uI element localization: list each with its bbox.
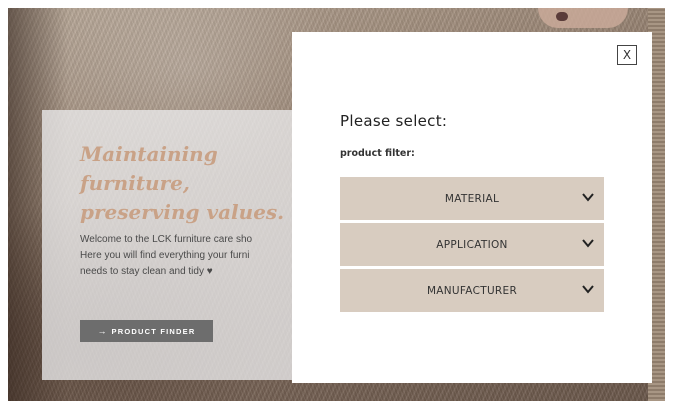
product-finder-button[interactable]: → PRODUCT FINDER: [80, 320, 213, 342]
product-filter-modal: X Please select: product filter: MATERIA…: [292, 32, 652, 383]
chevron-down-icon: [582, 238, 594, 248]
filter-application[interactable]: APPLICATION: [340, 223, 604, 266]
chevron-down-icon: [582, 192, 594, 202]
filter-label: MANUFACTURER: [426, 284, 518, 297]
filter-label: MATERIAL: [444, 192, 500, 205]
filter-manufacturer[interactable]: MANUFACTURER: [340, 269, 604, 312]
hero-text: Welcome to the LCK furniture care sho He…: [80, 234, 253, 277]
filter-label: APPLICATION: [436, 238, 508, 251]
modal-heading: Please select:: [340, 112, 448, 130]
hand-image: [538, 8, 628, 28]
product-finder-label: PRODUCT FINDER: [111, 326, 196, 336]
filter-list: MATERIAL APPLICATION MANUFACTURER: [340, 177, 604, 315]
close-button[interactable]: X: [617, 45, 637, 65]
hero-title: Maintaining furniture, preserving values…: [80, 142, 285, 224]
arrow-right-icon: →: [97, 326, 107, 336]
fingernail-image: [556, 12, 568, 21]
product-filter-label: product filter:: [340, 148, 415, 159]
hero-card: Maintaining furniture, preserving values…: [42, 110, 300, 380]
filter-material[interactable]: MATERIAL: [340, 177, 604, 220]
chevron-down-icon: [582, 284, 594, 294]
